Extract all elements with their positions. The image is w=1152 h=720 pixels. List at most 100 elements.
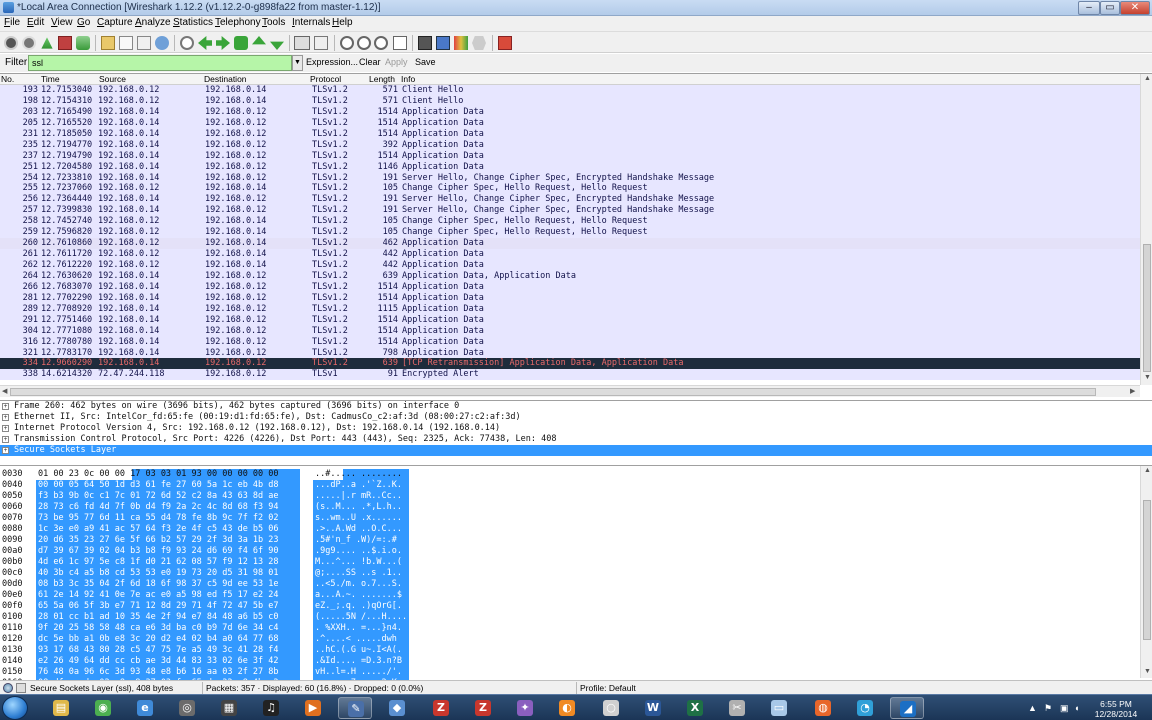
scroll-left-icon[interactable]: ◀ [2,387,7,395]
ascii-bytes[interactable]: ...dP..a .'`Z..K. [313,480,409,491]
taskbar-excel-button[interactable]: X [678,697,712,719]
hex-offset[interactable]: 0030 [2,469,22,480]
hex-bytes[interactable]: 40 3b c4 a5 b8 cd 53 53 e0 19 73 20 d5 3… [36,568,300,579]
capture-options-icon[interactable] [22,36,36,50]
bytes-vertical-scrollbar[interactable]: ▲ ▼ [1140,466,1152,678]
coloring-rules-icon[interactable] [454,36,468,50]
column-header-length[interactable]: Length [369,74,395,84]
taskbar-blender-button[interactable]: ◐ [550,697,584,719]
taskbar-sparkle-button[interactable]: ✦ [508,697,542,719]
column-header-protocol[interactable]: Protocol [310,74,341,84]
network-icon[interactable]: ▣ [1060,703,1069,714]
hex-offset[interactable]: 0040 [2,480,22,491]
hex-bytes[interactable]: 01 00 23 0c 00 00 17 03 03 01 93 00 00 0… [36,469,300,480]
resize-columns-icon[interactable] [393,36,407,50]
hex-bytes[interactable]: 00 00 05 64 50 1d d3 61 fe 27 60 5a 1c e… [36,480,300,491]
ascii-bytes[interactable]: (s..M... .*,L.h.. [313,502,409,513]
close-file-icon[interactable] [137,36,151,50]
expand-icon[interactable]: + [2,447,9,454]
detail-tree-item[interactable]: + Frame 260: 462 bytes on wire (3696 bits… [0,401,1152,412]
packet-row[interactable]: 257 12.7399830 192.168.0.14 192.168.0.12 TLS… [0,205,1140,217]
hex-bytes[interactable]: 28 73 c6 fd 4d 7f 0b d4 f9 2a 2c 4c 8d 6… [36,502,300,513]
taskbar-qt-button[interactable]: ◔ [848,697,882,719]
detail-tree-item[interactable]: + Internet Protocol Version 4, Src: 192.1… [0,423,1152,434]
zoom-normal-icon[interactable] [374,36,388,50]
scroll-up-icon[interactable]: ▲ [1144,467,1151,474]
scrollbar-thumb[interactable] [10,388,1096,396]
scroll-up-icon[interactable]: ▲ [1144,75,1151,82]
packet-row[interactable]: 203 12.7165490 192.168.0.14 192.168.0.12 TLS… [0,106,1140,118]
packet-row[interactable]: 291 12.7751460 192.168.0.14 192.168.0.12 TLS… [0,314,1140,326]
clear-button[interactable]: Clear [359,57,381,67]
hex-bytes[interactable]: 1c 3e e0 a9 41 ac 57 64 f3 2e 4f c5 43 d… [36,524,300,535]
clock-time[interactable]: 6:55 PM [1090,699,1142,709]
ascii-bytes[interactable]: . %XXH.. =...}n4. [313,623,409,634]
packet-row[interactable]: 334 12.9660290 192.168.0.14 192.168.0.12 TLS… [0,358,1140,370]
hex-offset[interactable]: 0060 [2,502,22,513]
hex-offset[interactable]: 0140 [2,656,22,667]
menu-view[interactable]: View [51,17,73,28]
minimize-button[interactable]: – [1078,1,1100,15]
hex-offset[interactable]: 0130 [2,645,22,656]
menu-go[interactable]: Go [77,17,90,28]
taskbar-player-button[interactable]: ▶ [296,697,330,719]
packet-row[interactable]: 237 12.7194790 192.168.0.14 192.168.0.12 TLS… [0,150,1140,162]
packet-row[interactable]: 205 12.7165520 192.168.0.14 192.168.0.12 TLS… [0,117,1140,129]
menu-capture[interactable]: Capture [97,17,133,28]
menu-internals[interactable]: Internals [292,17,330,28]
expert-info-icon[interactable] [3,683,13,693]
scrollbar-thumb[interactable] [1143,244,1151,372]
scroll-down-icon[interactable]: ▼ [1144,668,1151,675]
display-filter-input[interactable] [28,55,292,71]
taskbar-word-button[interactable]: W [636,697,670,719]
capture-filters-icon[interactable] [418,36,432,50]
detail-tree-item[interactable]: + Transmission Control Protocol, Src Port… [0,434,1152,445]
taskbar-filezilla-button[interactable]: Z [424,697,458,719]
packet-row[interactable]: 258 12.7452740 192.168.0.12 192.168.0.14 TLS… [0,216,1140,228]
taskbar-chrome-button[interactable]: ◉ [86,697,120,719]
taskbar-oracle-button[interactable]: ○ [594,697,628,719]
packet-row[interactable]: 235 12.7194770 192.168.0.14 192.168.0.12 TLS… [0,139,1140,151]
find-packet-icon[interactable] [180,36,194,50]
ascii-bytes[interactable]: ..<5./m. o.7...S. [313,579,409,590]
taskbar-wireshark-button[interactable]: ◢ [890,697,924,719]
menu-edit[interactable]: Edit [27,17,44,28]
go-forward-icon[interactable] [216,36,230,50]
packet-row[interactable]: 254 12.7233810 192.168.0.14 192.168.0.12 TLS… [0,172,1140,184]
volume-icon[interactable]: ◖ [1074,703,1079,713]
hex-bytes[interactable]: 76 48 0a 96 6c 3d 93 48 e8 b6 16 aa 03 2… [36,667,300,678]
ascii-bytes[interactable]: ..hC.(.G u~.I<A(. [313,645,409,656]
scroll-right-icon[interactable]: ▶ [1130,387,1135,395]
colorize-icon[interactable] [294,36,310,50]
taskbar-firefox-button[interactable]: ◍ [806,697,840,719]
ascii-bytes[interactable]: a...A.~. .......$ [313,590,409,601]
packet-row[interactable]: 231 12.7185050 192.168.0.14 192.168.0.12 TLS… [0,128,1140,140]
menu-tools[interactable]: Tools [262,17,285,28]
menu-file[interactable]: File [4,17,20,28]
save-file-icon[interactable] [119,36,133,50]
hex-bytes[interactable]: f3 b3 9b 0c c1 7c 01 72 6d 52 c2 8a 43 6… [36,491,300,502]
taskbar-music-button[interactable]: ♫ [254,697,288,719]
column-header-source[interactable]: Source [99,74,126,84]
ascii-bytes[interactable]: M...^... !b.W...( [313,557,409,568]
expand-icon[interactable]: + [2,436,9,443]
taskbar-calculator-button[interactable]: ▦ [212,697,246,719]
packet-row[interactable]: 281 12.7702290 192.168.0.14 192.168.0.12 TLS… [0,292,1140,304]
hex-bytes[interactable]: d7 39 67 39 02 04 b3 b8 f9 93 24 d6 69 f… [36,546,300,557]
expand-icon[interactable]: + [2,414,9,421]
packet-row[interactable]: 321 12.7783170 192.168.0.14 192.168.0.12 TLS… [0,347,1140,359]
ascii-bytes[interactable]: .^....< .....dwh [313,634,409,645]
start-button[interactable] [2,696,28,720]
packet-row[interactable]: 259 12.7596820 192.168.0.12 192.168.0.14 TLS… [0,227,1140,239]
ascii-bytes[interactable]: (.....5N /...H.... [313,612,409,623]
column-header-no[interactable]: No. [1,74,14,84]
hex-offset[interactable]: 0100 [2,612,22,623]
packet-list-horizontal-scrollbar[interactable]: ◀ ▶ [0,385,1140,397]
packet-row[interactable]: 264 12.7630620 192.168.0.14 192.168.0.12 TLS… [0,270,1140,282]
taskbar-vbox-button[interactable]: ◆ [380,697,414,719]
taskbar-explorer-button[interactable]: ▤ [44,697,78,719]
hex-bytes[interactable]: 20 d6 35 23 27 6e 5f 66 b2 57 29 2f 3d 3… [36,535,300,546]
hex-offset[interactable]: 0090 [2,535,22,546]
preferences-icon[interactable] [472,36,486,50]
packet-row[interactable]: 251 12.7204580 192.168.0.14 192.168.0.12 TLS… [0,161,1140,173]
